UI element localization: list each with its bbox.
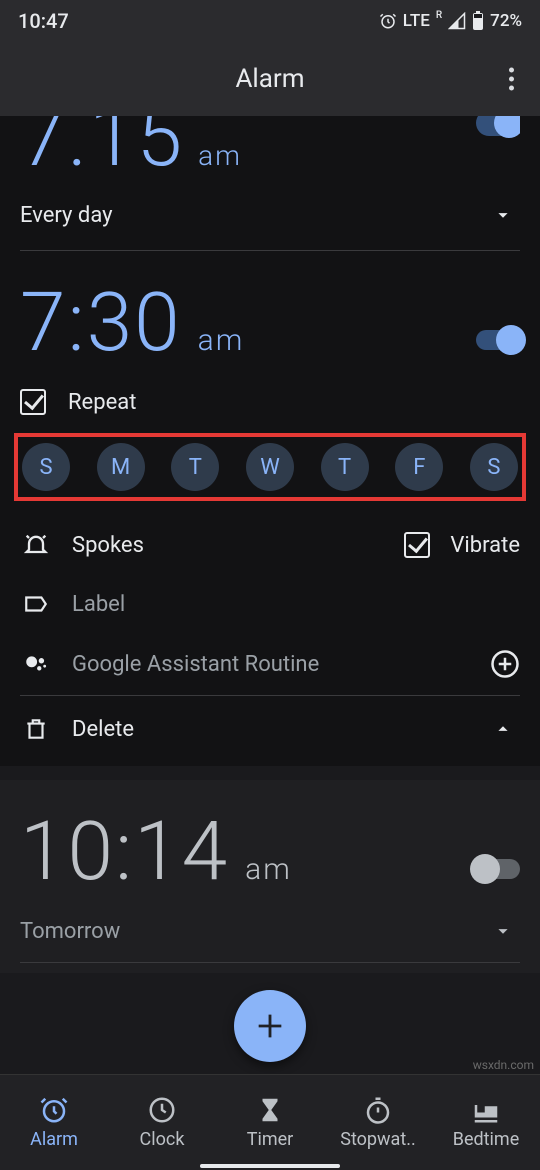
header-title: Alarm [235,64,304,94]
alarm-time-value: 10:14 [20,804,229,900]
day-tue[interactable]: T [171,443,219,491]
alarm-card-main: 7:30 am Repeat S M T W T F S Spokes Vibr… [0,251,540,766]
ringtone-row[interactable]: Spokes Vibrate [20,515,520,575]
add-alarm-fab[interactable] [234,990,306,1062]
status-time: 10:47 [18,9,69,33]
day-thu[interactable]: T [321,443,369,491]
repeat-checkbox[interactable] [20,389,46,415]
day-sat[interactable]: S [470,443,518,491]
vibrate-checkbox[interactable] [404,532,430,558]
trash-icon [20,716,52,742]
alarm-schedule-row-next[interactable]: Tomorrow [20,900,520,962]
days-selector-highlight: S M T W T F S [14,433,526,501]
chevron-down-icon [486,914,520,948]
bottom-nav: Alarm Clock Timer Stopwat.. Bedtime [0,1074,540,1170]
assistant-icon [20,651,52,677]
day-sun[interactable]: S [22,443,70,491]
alarm-schedule-label: Every day [20,203,113,228]
bell-icon [20,531,52,559]
day-wed[interactable]: W [246,443,294,491]
nav-clock[interactable]: Clock [108,1075,216,1170]
nav-stopwatch[interactable]: Stopwat.. [324,1075,432,1170]
alarm-time-main[interactable]: 7:30 am [20,275,244,371]
alarm-toggle-next[interactable] [476,859,520,879]
nav-label: Clock [140,1129,185,1150]
nav-label: Alarm [30,1129,78,1150]
signal-icon [448,12,466,30]
day-mon[interactable]: M [97,443,145,491]
alarm-schedule-label: Tomorrow [20,919,120,944]
day-fri[interactable]: F [395,443,443,491]
divider [20,962,520,963]
label-row[interactable]: Label [20,575,520,633]
tag-icon [20,591,52,617]
alarm-set-icon [379,12,397,30]
vibrate-label: Vibrate [450,533,520,558]
ringtone-name: Spokes [72,533,144,558]
overflow-menu-icon[interactable] [501,60,522,99]
alarm-time-value: 7:30 [20,275,182,371]
chevron-down-icon [486,198,520,232]
alarm-time-next[interactable]: 10:14 am [20,804,292,900]
network-label: LTE [403,11,430,31]
alarm-card-prev: 7.15 am Every day [0,116,540,251]
delete-row[interactable]: Delete [20,696,520,762]
alarm-toggle-main[interactable] [476,330,520,350]
delete-label: Delete [72,717,134,742]
alarm-card-next: 10:14 am Tomorrow [0,780,540,973]
nav-label: Stopwat.. [340,1129,415,1150]
nav-bedtime[interactable]: Bedtime [432,1075,540,1170]
alarm-toggle-prev[interactable] [476,116,520,136]
app-header: Alarm [0,42,540,116]
chevron-up-icon[interactable] [486,712,520,746]
watermark: wsxdn.com [473,1058,534,1072]
alarm-ampm-next: am [245,852,292,887]
assistant-routine-row[interactable]: Google Assistant Routine [20,633,520,695]
alarm-ampm-main: am [198,323,245,358]
plus-circle-icon[interactable] [490,649,520,679]
network-superscript: R [436,10,442,21]
status-right: LTE R 72% [379,11,522,31]
battery-icon [472,11,484,31]
battery-pct: 72% [490,11,522,31]
alarm-time-prev[interactable]: 7.15 am [20,116,242,163]
nav-alarm[interactable]: Alarm [0,1075,108,1170]
assistant-routine-label: Google Assistant Routine [72,652,319,677]
nav-label: Timer [247,1129,294,1150]
gesture-bar [200,1164,340,1168]
repeat-row[interactable]: Repeat [20,371,520,425]
alarm-ampm-prev: am [198,148,242,163]
alarm-time-value: 7.15 [20,116,184,161]
repeat-label: Repeat [68,390,136,415]
alarm-schedule-row-prev[interactable]: Every day [20,180,520,250]
label-text: Label [72,592,125,617]
nav-timer[interactable]: Timer [216,1075,324,1170]
status-bar: 10:47 LTE R 72% [0,0,540,42]
nav-label: Bedtime [453,1129,520,1150]
